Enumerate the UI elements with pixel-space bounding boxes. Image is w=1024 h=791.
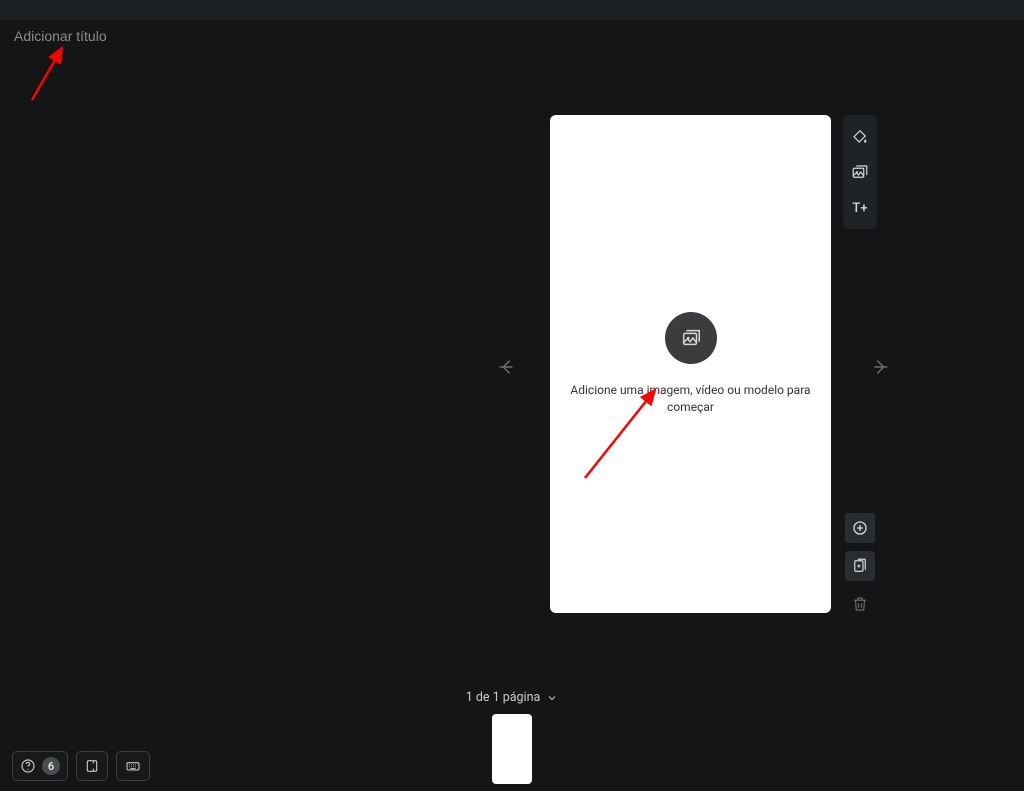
add-page-button[interactable] — [845, 513, 875, 543]
image-stack-icon — [680, 327, 702, 349]
title-input[interactable] — [14, 28, 274, 44]
text-plus-icon: T+ — [852, 201, 867, 216]
bottom-left-controls: 6 — [12, 751, 150, 781]
chevron-down-icon — [546, 692, 558, 704]
add-image-button[interactable] — [845, 157, 875, 187]
trash-icon — [851, 595, 869, 613]
page-indicator-label: 1 de 1 página — [466, 690, 541, 705]
side-tools-bottom — [843, 513, 877, 619]
keyboard-button[interactable] — [116, 751, 150, 781]
side-tools-top: T+ — [843, 115, 877, 229]
plus-circle-icon — [851, 519, 869, 537]
page-indicator[interactable]: 1 de 1 página — [0, 690, 1024, 705]
add-media-circle-button[interactable] — [665, 312, 717, 364]
help-circle-icon — [20, 758, 36, 774]
keyboard-icon — [124, 758, 142, 774]
next-page-arrow[interactable] — [868, 355, 892, 379]
image-stack-icon — [851, 163, 869, 181]
canvas-placeholder-text: Adicione uma imagem, vídeo ou modelo par… — [552, 382, 828, 416]
help-badge-count: 6 — [42, 757, 60, 775]
canvas-page[interactable]: Adicione uma imagem, vídeo ou modelo par… — [550, 115, 831, 613]
add-text-button[interactable]: T+ — [845, 193, 875, 223]
arrow-left-icon — [496, 356, 518, 378]
prev-page-arrow[interactable] — [495, 355, 519, 379]
present-icon — [84, 758, 100, 774]
help-button[interactable]: 6 — [12, 751, 68, 781]
background-color-button[interactable] — [845, 121, 875, 151]
annotation-arrow-1 — [22, 40, 92, 110]
arrow-right-icon — [869, 356, 891, 378]
present-button[interactable] — [76, 751, 108, 781]
page-thumbnail-1[interactable] — [492, 714, 532, 784]
duplicate-icon — [851, 557, 869, 575]
top-bar — [0, 0, 1024, 20]
thumbnail-strip — [0, 714, 1024, 784]
paint-bucket-icon — [851, 127, 869, 145]
duplicate-page-button[interactable] — [845, 551, 875, 581]
delete-page-button[interactable] — [845, 589, 875, 619]
